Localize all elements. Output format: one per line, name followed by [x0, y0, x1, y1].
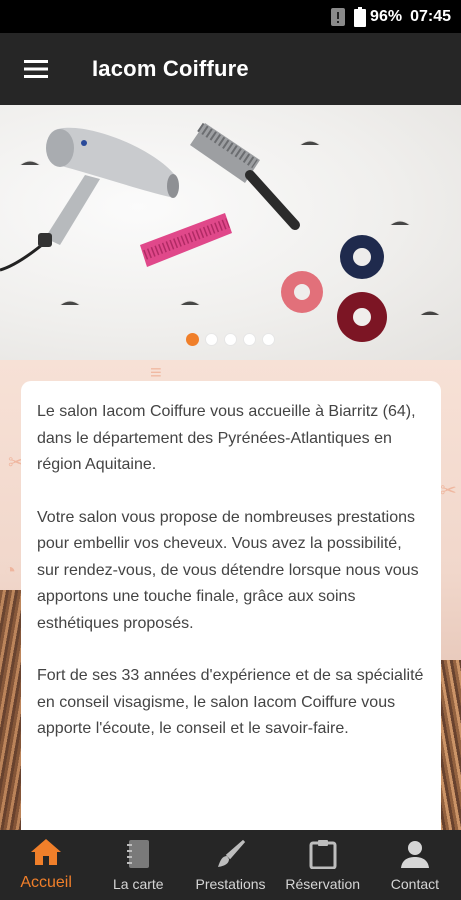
carousel-dot-5[interactable] — [262, 333, 275, 346]
scrunchies-illustration — [281, 235, 387, 342]
nav-label: La carte — [113, 876, 164, 892]
carousel-dot-3[interactable] — [224, 333, 237, 346]
clock: 07:45 — [410, 7, 451, 25]
dryer-decoration-icon: ◔ — [4, 560, 17, 582]
round-brush-illustration — [190, 122, 300, 230]
hamburger-menu-icon — [24, 60, 48, 78]
app-bar: Iacom Coiffure — [0, 33, 461, 105]
nav-label: Réservation — [285, 876, 361, 892]
nav-contact[interactable]: Contact — [369, 830, 461, 900]
menu-button[interactable] — [0, 33, 72, 105]
intro-paragraph-1: Le salon Iacom Coiffure vous accueille à… — [37, 403, 416, 473]
carousel-dot-2[interactable] — [205, 333, 218, 346]
clipboard-icon — [309, 837, 337, 871]
person-icon — [400, 837, 430, 871]
nav-prestations[interactable]: Prestations — [184, 830, 276, 900]
scissors-decoration-icon: ✂ — [440, 480, 457, 502]
nav-label: Prestations — [195, 876, 266, 892]
hero-image — [0, 122, 441, 342]
home-icon — [30, 835, 62, 869]
status-bar: 96% 07:45 — [0, 0, 461, 33]
comb-illustration — [140, 213, 232, 267]
carousel-indicator — [0, 333, 461, 346]
notebook-icon — [126, 837, 150, 871]
carousel-dot-4[interactable] — [243, 333, 256, 346]
notification-icon — [330, 7, 346, 27]
bottom-navigation: Accueil La carte Prestations Réservation… — [0, 830, 461, 900]
battery-percent: 96% — [370, 7, 403, 25]
app-title: Iacom Coiffure — [92, 56, 249, 81]
nav-label: Accueil — [20, 874, 72, 891]
brush-icon — [216, 837, 246, 871]
nav-reservation[interactable]: Réservation — [277, 830, 369, 900]
battery-icon — [354, 6, 367, 27]
intro-paragraph-2: Votre salon vous propose de nombreuses p… — [37, 508, 419, 632]
hero-carousel[interactable] — [0, 105, 461, 360]
carousel-dot-1[interactable] — [186, 333, 199, 346]
nav-la-carte[interactable]: La carte — [92, 830, 184, 900]
nav-label: Contact — [390, 876, 440, 892]
nav-accueil[interactable]: Accueil — [0, 830, 92, 900]
intro-card: Le salon Iacom Coiffure vous accueille à… — [21, 381, 441, 841]
intro-paragraph-3: Fort de ses 33 années d'expérience et de… — [37, 667, 424, 737]
